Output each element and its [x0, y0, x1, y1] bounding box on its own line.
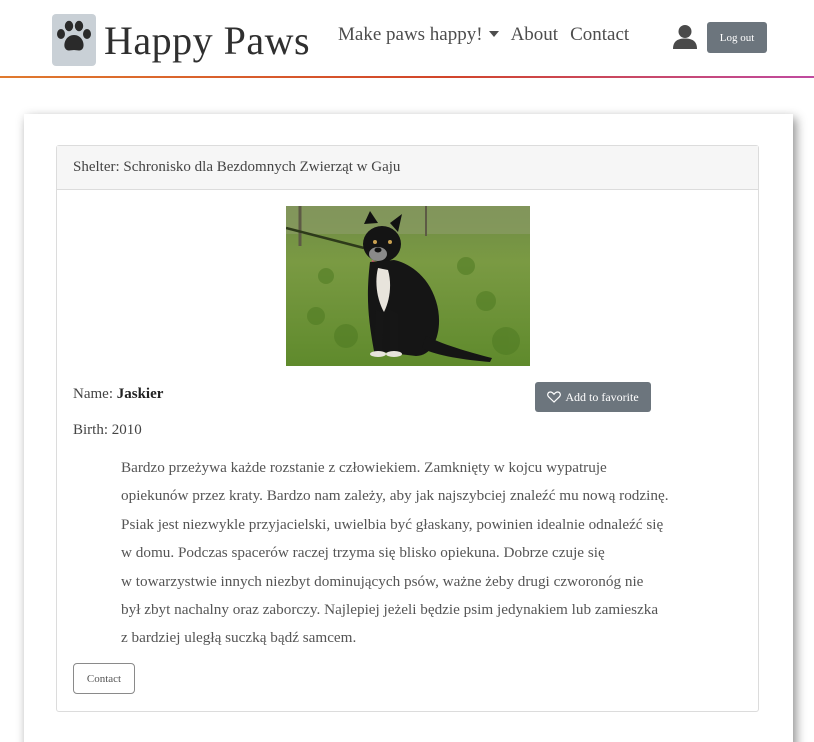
name-value: Jaskier: [116, 386, 164, 402]
animal-card: Shelter: Schronisko dla Bezdomnych Zwier…: [56, 145, 759, 712]
brand-name: Happy Paws: [104, 17, 311, 63]
nav-contact-link[interactable]: Contact: [570, 24, 629, 46]
nav-links: Make paws happy! About Contact: [338, 24, 641, 46]
card-header: Shelter: Schronisko dla Bezdomnych Zwier…: [57, 146, 758, 190]
description-line: opiekunów przez kraty. Bardzo nam zależy…: [121, 487, 669, 505]
nav-about-link[interactable]: About: [511, 24, 559, 46]
nav-make-paws-happy-dropdown[interactable]: Make paws happy!: [338, 24, 499, 46]
name-label: Name:: [73, 386, 113, 402]
paw-icon: [52, 14, 96, 66]
add-to-favorite-label: Add to favorite: [565, 389, 639, 404]
user-icon[interactable]: [672, 24, 698, 54]
logout-button[interactable]: Log out: [707, 22, 767, 53]
birth-field: Birth: 2010: [73, 422, 142, 439]
birth-value: 2010: [111, 422, 142, 438]
description-line: z bardziej uległą suczką bądź samcem.: [121, 629, 357, 647]
description-line: Psiak jest niezwykle przyjacielski, uwie…: [121, 515, 664, 533]
heart-icon: [547, 391, 562, 403]
contact-button[interactable]: Contact: [73, 663, 135, 694]
dog-photo: [286, 206, 530, 366]
brand[interactable]: Happy Paws: [52, 12, 310, 68]
description-line: Bardzo przeżywa każde rozstanie z człowi…: [121, 459, 607, 476]
caret-down-icon: [488, 31, 499, 37]
navbar-accent-line: [0, 76, 814, 78]
description: Bardzo przeżywa każde rozstanie z człowi…: [121, 454, 721, 653]
description-line: w towarzystwie innych niezbyt dominujący…: [121, 572, 644, 590]
nav-link-label: Make paws happy!: [338, 24, 483, 45]
birth-label: Birth:: [73, 422, 109, 438]
navbar: Happy Paws Make paws happy! About Contac…: [0, 0, 814, 78]
description-line: w domu. Podczas spacerów raczej trzyma s…: [121, 544, 605, 562]
description-line: był zbyt nachalny oraz zaborczy. Najlepi…: [121, 601, 659, 619]
main-panel: Shelter: Schronisko dla Bezdomnych Zwier…: [24, 114, 793, 742]
name-field: Name: Jaskier: [73, 386, 163, 403]
add-to-favorite-button[interactable]: Add to favorite: [535, 382, 651, 412]
